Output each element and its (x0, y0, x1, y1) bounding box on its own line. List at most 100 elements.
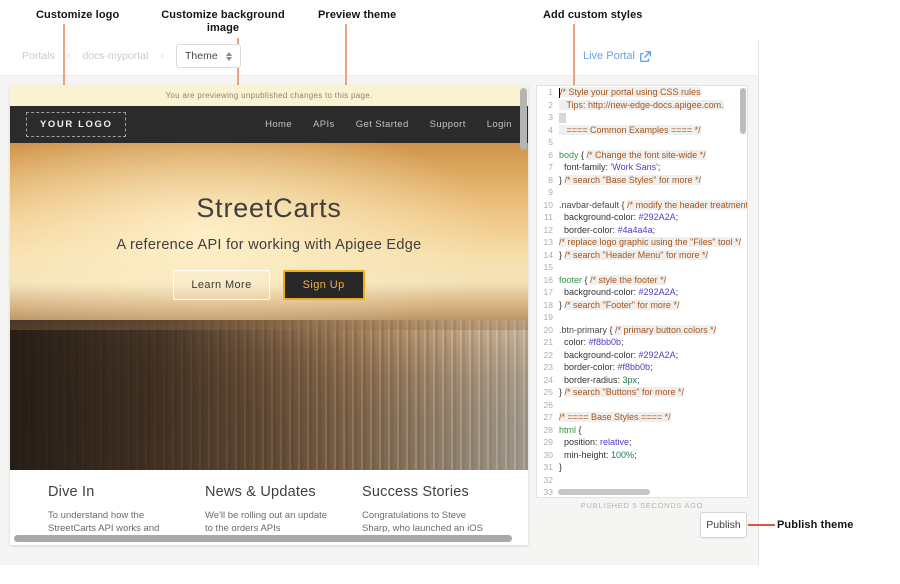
code-text: font-family: 'Work Sans'; (557, 162, 747, 172)
theme-select[interactable]: Theme (176, 44, 241, 68)
code-line[interactable]: 25} /* search "Buttons" for more */ (537, 386, 747, 399)
code-text: position: relative; (557, 437, 747, 447)
line-number: 33 (537, 487, 557, 497)
nav-link-support[interactable]: Support (430, 119, 466, 130)
breadcrumb-separator: › (67, 50, 71, 62)
code-text: .btn-primary { /* primary button colors … (557, 325, 747, 335)
code-text: border-color: #4a4a4a; (557, 225, 747, 235)
line-number: 15 (537, 262, 557, 272)
line-number: 4 (537, 125, 557, 135)
nav-link-get-started[interactable]: Get Started (356, 119, 409, 130)
preview-section: Dive InTo understand how the StreetCarts… (48, 484, 205, 535)
code-text: footer { /* style the footer */ (557, 275, 747, 285)
code-line[interactable]: 21 color: #f8bb0b; (537, 336, 747, 349)
code-line[interactable]: 12 border-color: #4a4a4a; (537, 224, 747, 237)
nav-link-apis[interactable]: APIs (313, 119, 335, 130)
line-number: 32 (537, 475, 557, 485)
code-line[interactable]: 6body { /* Change the font site-wide */ (537, 149, 747, 162)
code-line[interactable]: 4 ==== Common Examples ==== */ (537, 124, 747, 137)
code-line[interactable]: 14} /* search "Header Menu" for more */ (537, 249, 747, 262)
code-line[interactable]: 32 (537, 474, 747, 487)
code-line[interactable]: 18} /* search "Footer" for more */ (537, 299, 747, 312)
line-number: 31 (537, 462, 557, 472)
code-line[interactable]: 30 min-height: 100%; (537, 449, 747, 462)
editor-vscrollbar[interactable] (740, 88, 746, 134)
portal-preview-pane: You are previewing unpublished changes t… (10, 85, 528, 545)
code-line[interactable]: 9 (537, 186, 747, 199)
code-line[interactable]: 11 background-color: #292A2A; (537, 211, 747, 224)
code-line[interactable]: 13/* replace logo graphic using the "Fil… (537, 236, 747, 249)
learn-more-button[interactable]: Learn More (173, 270, 269, 300)
code-line[interactable]: 24 border-radius: 3px; (537, 374, 747, 387)
preview-hscrollbar[interactable] (14, 535, 512, 542)
code-line[interactable]: 2 Tips: http://new-edge-docs.apigee.com. (537, 99, 747, 112)
your-logo-placeholder[interactable]: YOUR LOGO (26, 112, 126, 137)
preview-sections: Dive InTo understand how the StreetCarts… (10, 470, 528, 535)
live-portal-label: Live Portal (583, 50, 635, 62)
line-number: 2 (537, 100, 557, 110)
line-number: 12 (537, 225, 557, 235)
sign-up-button[interactable]: Sign Up (283, 270, 365, 300)
line-number: 6 (537, 150, 557, 160)
code-line[interactable]: 27/* ==== Base Styles ==== */ (537, 411, 747, 424)
line-number: 10 (537, 200, 557, 210)
preview-section: News & UpdatesWe'll be rolling out an up… (205, 484, 362, 535)
code-line[interactable]: 31} (537, 461, 747, 474)
hero-background-image[interactable] (10, 320, 528, 470)
code-text: } /* search "Header Menu" for more */ (557, 250, 747, 260)
code-text: border-color: #f8bb0b; (557, 362, 747, 372)
code-line[interactable]: 10.navbar-default { /* modify the header… (537, 199, 747, 212)
line-number: 19 (537, 312, 557, 322)
code-line[interactable]: 15 (537, 261, 747, 274)
line-number: 23 (537, 362, 557, 372)
code-line[interactable]: 26 (537, 399, 747, 412)
hero-section: StreetCarts A reference API for working … (10, 143, 528, 470)
code-line[interactable]: 20.btn-primary { /* primary button color… (537, 324, 747, 337)
line-number: 30 (537, 450, 557, 460)
breadcrumb-portals[interactable]: Portals (22, 44, 55, 68)
css-editor[interactable]: 1/* Style your portal using CSS rules2 T… (536, 85, 748, 498)
code-text: body { /* Change the font site-wide */ (557, 150, 747, 160)
code-line[interactable]: 19 (537, 311, 747, 324)
code-line[interactable]: 22 background-color: #292A2A; (537, 349, 747, 362)
code-line[interactable]: 29 position: relative; (537, 436, 747, 449)
line-number: 26 (537, 400, 557, 410)
preview-navbar: YOUR LOGO Home APIs Get Started Support Logi… (10, 106, 528, 143)
hero-subtitle: A reference API for working with Apigee … (10, 237, 528, 253)
breadcrumb-separator: › (160, 50, 164, 62)
code-line[interactable]: 17 background-color: #292A2A; (537, 286, 747, 299)
code-line[interactable]: 23 border-color: #f8bb0b; (537, 361, 747, 374)
code-line[interactable]: 28html { (537, 424, 747, 437)
line-number: 17 (537, 287, 557, 297)
line-number: 27 (537, 412, 557, 422)
code-text: ==== Common Examples ==== */ (557, 125, 747, 135)
code-line[interactable]: 5 (537, 136, 747, 149)
panel-divider (758, 40, 759, 565)
publish-button[interactable]: Publish (700, 512, 747, 538)
code-text: /* replace logo graphic using the "Files… (557, 237, 747, 247)
published-status: PUBLISHED 5 SECONDS AGO (536, 501, 748, 510)
unpublished-changes-banner: You are previewing unpublished changes t… (10, 85, 528, 106)
annotation-publish-theme: Publish theme (777, 519, 853, 531)
preview-hscrollbar-track[interactable] (10, 532, 528, 545)
code-line[interactable]: 7 font-family: 'Work Sans'; (537, 161, 747, 174)
annotation-preview-theme: Preview theme (318, 9, 396, 21)
live-portal-link[interactable]: Live Portal (583, 50, 651, 62)
code-line[interactable]: 1/* Style your portal using CSS rules (537, 86, 747, 99)
preview-vscrollbar[interactable] (520, 88, 527, 150)
code-lines: 1/* Style your portal using CSS rules2 T… (537, 86, 747, 498)
nav-link-login[interactable]: Login (487, 119, 512, 130)
nav-link-home[interactable]: Home (265, 119, 292, 130)
code-text: min-height: 100%; (557, 450, 747, 460)
preview-nav-links: Home APIs Get Started Support Login (265, 119, 512, 130)
annotation-customize-background-text: Customize background image (161, 9, 285, 34)
code-line[interactable]: 3 (537, 111, 747, 124)
editor-hscrollbar[interactable] (558, 489, 650, 495)
code-text: } /* search "Base Styles" for more */ (557, 175, 747, 185)
annotation-customize-background: Customize background image (158, 9, 288, 35)
breadcrumb: Portals › docs-myportal › Theme (22, 44, 241, 68)
code-line[interactable]: 16footer { /* style the footer */ (537, 274, 747, 287)
code-line[interactable]: 8} /* search "Base Styles" for more */ (537, 174, 747, 187)
code-text: background-color: #292A2A; (557, 212, 747, 222)
breadcrumb-portal-name[interactable]: docs-myportal (82, 44, 148, 68)
